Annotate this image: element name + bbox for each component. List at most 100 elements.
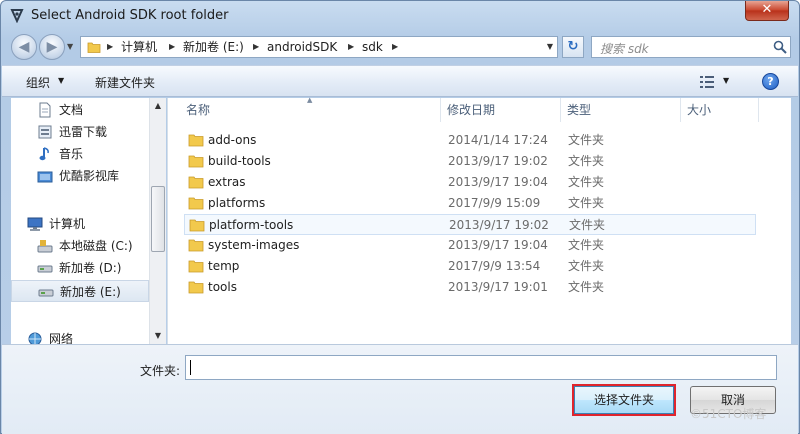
sidebar-item-label: 计算机 (49, 217, 86, 231)
document-icon (39, 102, 51, 118)
view-options-dropdown-icon[interactable]: ▼ (723, 76, 729, 85)
column-header-name[interactable]: 名称 (186, 98, 210, 122)
forward-button[interactable]: ▶ (39, 34, 65, 60)
folder-icon (188, 260, 204, 273)
sidebar-item-label: 新加卷 (D:) (59, 261, 122, 275)
column-header-type[interactable]: 类型 (567, 98, 591, 122)
breadcrumb-androidsdk[interactable]: androidSDK (267, 39, 337, 55)
address-dropdown-icon[interactable]: ▼ (543, 37, 557, 57)
sidebar-item-documents[interactable]: 文档 (11, 99, 149, 121)
back-button[interactable]: ◀ (11, 34, 37, 60)
table-row[interactable]: platform-tools 2013/9/17 19:02 文件夹 (184, 214, 756, 235)
folder-icon (188, 281, 204, 294)
folder-icon (188, 134, 204, 147)
android-studio-icon (10, 9, 24, 23)
sidebar-item-drive-e[interactable]: 新加卷 (E:) (11, 280, 149, 302)
table-row[interactable]: system-images 2013/9/17 19:04 文件夹 (184, 235, 756, 256)
sidebar-scrollbar[interactable]: ▲ ▼ (149, 98, 166, 344)
sidebar-item-label: 文档 (59, 103, 84, 117)
sidebar-item-thunder-downloads[interactable]: 迅雷下载 (11, 121, 149, 143)
forward-arrow-icon: ▶ (46, 39, 58, 55)
breadcrumb-drive-e[interactable]: 新加卷 (E:) (183, 39, 244, 55)
sidebar-item-music[interactable]: 音乐 (11, 143, 149, 165)
sidebar-item-computer[interactable]: 计算机 (11, 213, 149, 235)
file-list: ▲ 名称 修改日期 类型 大小 add-ons 2014/1/14 17:24 … (167, 96, 791, 344)
file-type: 文件夹 (568, 175, 605, 189)
search-input[interactable]: 搜索 sdk (591, 36, 791, 58)
recent-locations-dropdown-icon[interactable]: ▼ (67, 41, 77, 53)
file-name: temp (208, 259, 240, 273)
file-type: 文件夹 (568, 196, 605, 210)
table-row[interactable]: add-ons 2014/1/14 17:24 文件夹 (184, 130, 756, 151)
file-modified: 2013/9/17 19:04 (448, 175, 548, 189)
file-name: add-ons (208, 133, 257, 147)
refresh-icon: ↻ (567, 39, 579, 54)
file-name: build-tools (208, 154, 271, 168)
breadcrumb-separator-icon[interactable]: ▶ (253, 39, 259, 55)
organize-button[interactable]: 组织 (26, 74, 50, 91)
address-bar[interactable]: ▶ 计算机 ▶ 新加卷 (E:) ▶ androidSDK ▶ sdk ▶ ▼ (80, 36, 558, 58)
sidebar-item-drive-c[interactable]: 本地磁盘 (C:) (11, 235, 149, 257)
scroll-up-icon[interactable]: ▲ (150, 98, 166, 114)
file-name: platform-tools (209, 218, 294, 232)
search-icon[interactable] (772, 39, 788, 55)
folder-icon (188, 197, 204, 210)
breadcrumb-separator-icon[interactable]: ▶ (169, 39, 175, 55)
network-icon (28, 332, 42, 344)
column-divider[interactable] (440, 98, 441, 122)
column-header-modified[interactable]: 修改日期 (447, 98, 495, 122)
file-type: 文件夹 (568, 238, 605, 252)
file-modified: 2014/1/14 17:24 (448, 133, 548, 147)
table-row[interactable]: temp 2017/9/9 13:54 文件夹 (184, 256, 756, 277)
file-type: 文件夹 (569, 218, 606, 232)
sidebar-item-label: 迅雷下载 (59, 125, 108, 139)
sidebar-item-youku-library[interactable]: 优酷影视库 (11, 165, 149, 187)
close-button[interactable]: ✕ (745, 1, 789, 21)
file-modified: 2017/9/9 15:09 (448, 196, 541, 210)
title-bar: Select Android SDK root folder ✕ (1, 1, 799, 31)
file-type: 文件夹 (568, 154, 605, 168)
table-row[interactable]: tools 2013/9/17 19:01 文件夹 (184, 277, 756, 298)
change-view-icon[interactable] (700, 75, 716, 89)
folder-name-field[interactable] (185, 355, 777, 380)
folder-icon (188, 239, 204, 252)
breadcrumb-sdk[interactable]: sdk (362, 39, 383, 55)
music-icon (39, 147, 49, 161)
table-row[interactable]: build-tools 2013/9/17 19:02 文件夹 (184, 151, 756, 172)
table-row[interactable]: platforms 2017/9/9 15:09 文件夹 (184, 193, 756, 214)
folder-field-label: 文件夹: (140, 364, 181, 378)
breadcrumb-separator-icon[interactable]: ▶ (392, 39, 398, 55)
text-caret (190, 360, 191, 375)
breadcrumb-separator-icon[interactable]: ▶ (107, 39, 113, 55)
scroll-down-icon[interactable]: ▼ (150, 328, 166, 344)
table-row[interactable]: extras 2013/9/17 19:04 文件夹 (184, 172, 756, 193)
breadcrumb-computer[interactable]: 计算机 (121, 39, 157, 55)
computer-icon (27, 217, 43, 231)
column-header-size[interactable]: 大小 (687, 98, 711, 122)
file-name: tools (208, 280, 237, 294)
sidebar-item-drive-d[interactable]: 新加卷 (D:) (11, 257, 149, 279)
sort-ascending-icon: ▲ (307, 96, 313, 104)
file-modified: 2013/9/17 19:02 (448, 154, 548, 168)
sidebar-item-label: 音乐 (59, 147, 84, 161)
breadcrumb-separator-icon[interactable]: ▶ (348, 39, 354, 55)
drive-icon (38, 289, 54, 297)
navigation-pane: 文档 迅雷下载 音乐 优酷影视库 计算机 本地磁盘 (C:) 新加卷 (D:) … (11, 98, 166, 344)
refresh-button[interactable]: ↻ (562, 36, 584, 58)
sidebar-item-network[interactable]: 网络 (11, 328, 149, 344)
window-title: Select Android SDK root folder (31, 8, 229, 23)
column-divider[interactable] (680, 98, 681, 122)
scrollbar-thumb[interactable] (151, 186, 165, 252)
watermark: ©51CTO博客 (690, 407, 767, 421)
file-name: platforms (208, 196, 266, 210)
column-divider[interactable] (560, 98, 561, 122)
new-folder-button[interactable]: 新建文件夹 (95, 74, 155, 91)
file-modified: 2013/9/17 19:04 (448, 238, 548, 252)
column-divider[interactable] (758, 98, 759, 122)
help-icon[interactable]: ? (762, 73, 779, 90)
select-folder-button[interactable]: 选择文件夹 (572, 384, 676, 416)
close-icon: ✕ (761, 2, 773, 17)
chevron-down-icon[interactable]: ▼ (58, 76, 64, 85)
file-modified: 2013/9/17 19:01 (448, 280, 548, 294)
folder-icon (87, 42, 101, 53)
